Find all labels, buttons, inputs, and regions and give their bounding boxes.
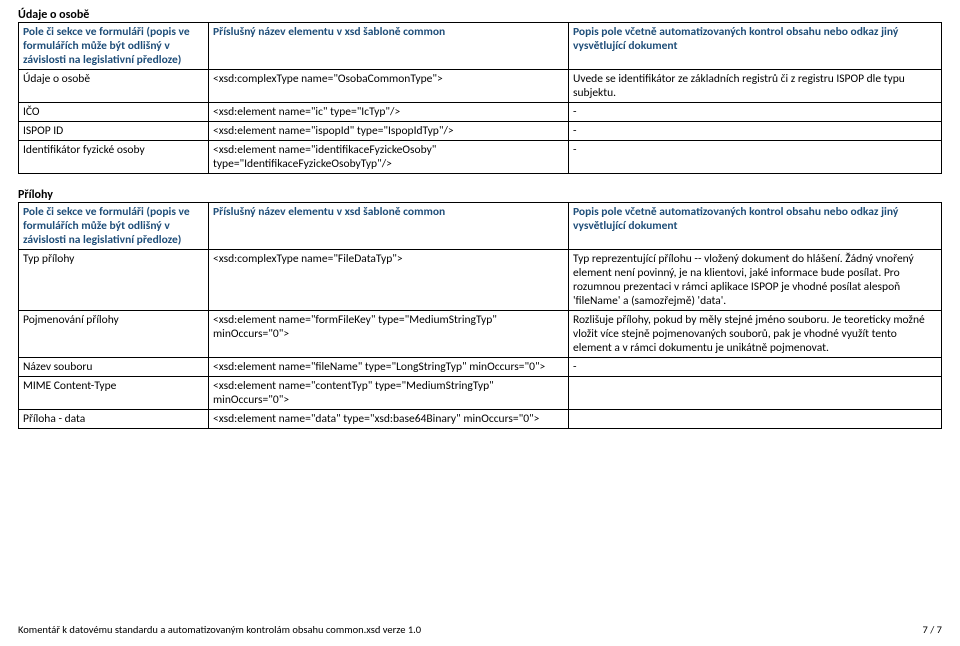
cell-field: MIME Content-Type <box>19 377 209 410</box>
header-field: Pole či sekce ve formuláři (popis ve for… <box>19 23 209 70</box>
header-description: Popis pole včetně automatizovaných kontr… <box>569 23 942 70</box>
table-row: ISPOP ID <xsd:element name="ispopId" typ… <box>19 122 942 141</box>
table-row: MIME Content-Type <xsd:element name="con… <box>19 377 942 410</box>
table-header-row: Pole či sekce ve formuláři (popis ve for… <box>19 203 942 250</box>
footer-page-number: 7 / 7 <box>923 623 942 636</box>
section1-table: Pole či sekce ve formuláři (popis ve for… <box>18 22 942 174</box>
cell-field: Typ přílohy <box>19 250 209 311</box>
cell-element: <xsd:element name="contentTyp" type="Med… <box>209 377 569 410</box>
table-row: Název souboru <xsd:element name="fileNam… <box>19 358 942 377</box>
cell-field: Pojmenování přílohy <box>19 311 209 358</box>
table-header-row: Pole či sekce ve formuláři (popis ve for… <box>19 23 942 70</box>
table-row: Údaje o osobě <xsd:complexType name="Oso… <box>19 70 942 103</box>
header-element: Příslušný název elementu v xsd šabloně c… <box>209 203 569 250</box>
cell-description: - <box>569 122 942 141</box>
cell-description: Uvede se identifikátor ze základních reg… <box>569 70 942 103</box>
table-row: IČO <xsd:element name="ic" type="IcTyp"/… <box>19 103 942 122</box>
cell-description: - <box>569 103 942 122</box>
cell-description: - <box>569 358 942 377</box>
cell-description: Typ reprezentující přílohu -- vložený do… <box>569 250 942 311</box>
section2-table: Pole či sekce ve formuláři (popis ve for… <box>18 202 942 429</box>
cell-description <box>569 377 942 410</box>
header-description: Popis pole včetně automatizovaných kontr… <box>569 203 942 250</box>
cell-element: <xsd:element name="data" type="xsd:base6… <box>209 410 569 429</box>
section1-title: Údaje o osobě <box>18 8 942 22</box>
cell-field: Identifikátor fyzické osoby <box>19 141 209 174</box>
cell-element: <xsd:element name="fileName" type="LongS… <box>209 358 569 377</box>
cell-field: Příloha - data <box>19 410 209 429</box>
cell-element: <xsd:element name="ic" type="IcTyp"/> <box>209 103 569 122</box>
cell-element: <xsd:element name="formFileKey" type="Me… <box>209 311 569 358</box>
cell-description: Rozlišuje přílohy, pokud by měly stejné … <box>569 311 942 358</box>
table-row: Typ přílohy <xsd:complexType name="FileD… <box>19 250 942 311</box>
cell-description <box>569 410 942 429</box>
cell-field: Údaje o osobě <box>19 70 209 103</box>
table-row: Pojmenování přílohy <xsd:element name="f… <box>19 311 942 358</box>
cell-description: - <box>569 141 942 174</box>
cell-element: <xsd:element name="identifikaceFyzickeOs… <box>209 141 569 174</box>
table-row: Příloha - data <xsd:element name="data" … <box>19 410 942 429</box>
header-field: Pole či sekce ve formuláři (popis ve for… <box>19 203 209 250</box>
cell-element: <xsd:complexType name="OsobaCommonType"> <box>209 70 569 103</box>
table-row: Identifikátor fyzické osoby <xsd:element… <box>19 141 942 174</box>
cell-field: IČO <box>19 103 209 122</box>
header-element: Příslušný název elementu v xsd šabloně c… <box>209 23 569 70</box>
cell-field: ISPOP ID <box>19 122 209 141</box>
cell-field: Název souboru <box>19 358 209 377</box>
footer-left: Komentář k datovému standardu a automati… <box>18 623 421 636</box>
cell-element: <xsd:complexType name="FileDataTyp"> <box>209 250 569 311</box>
section2-title: Přílohy <box>18 188 942 202</box>
cell-element: <xsd:element name="ispopId" type="IspopI… <box>209 122 569 141</box>
page-footer: Komentář k datovému standardu a automati… <box>18 623 942 636</box>
